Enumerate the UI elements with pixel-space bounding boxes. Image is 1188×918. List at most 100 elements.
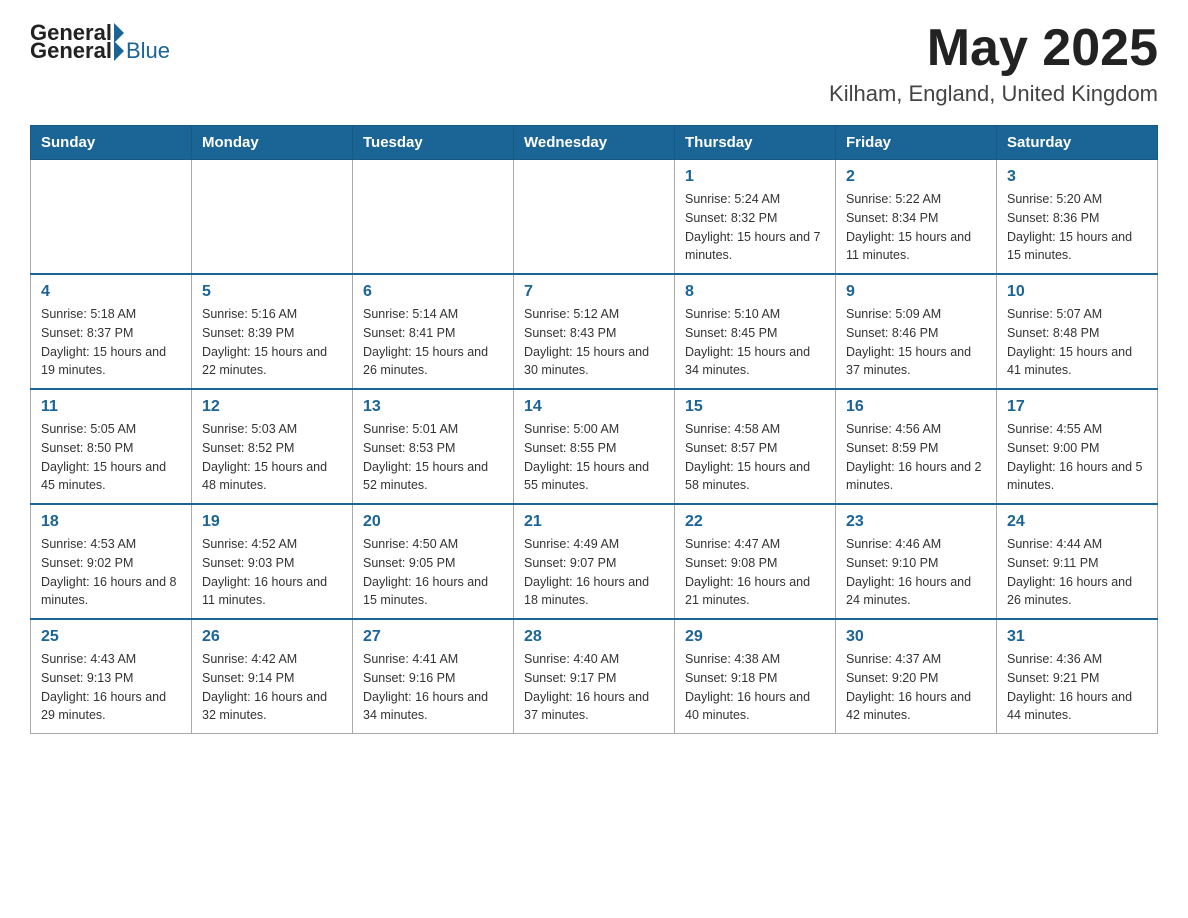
- calendar-cell-w2-d0: 4Sunrise: 5:18 AMSunset: 8:37 PMDaylight…: [31, 274, 192, 389]
- month-title: May 2025: [829, 20, 1158, 77]
- day-number: 12: [202, 398, 342, 416]
- calendar-cell-w1-d0: [31, 160, 192, 275]
- day-info: Sunrise: 5:18 AMSunset: 8:37 PMDaylight:…: [41, 305, 181, 380]
- day-number: 26: [202, 628, 342, 646]
- day-number: 30: [846, 628, 986, 646]
- location-text: Kilham, England, United Kingdom: [829, 81, 1158, 107]
- header-thursday: Thursday: [675, 126, 836, 160]
- week-row-3: 11 Sunrise: 5:05 AMSunset: 8:50 PMDayligh…: [31, 389, 1158, 504]
- day-number: 13: [363, 398, 503, 416]
- day-info: Sunrise: 5:05 AMSunset: 8:50 PMDaylight:…: [41, 420, 181, 495]
- header-tuesday: Tuesday: [353, 126, 514, 160]
- calendar-cell-w5-d5: 30 Sunrise: 4:37 AMSunset: 9:20 PMDayligh…: [836, 619, 997, 734]
- day-info: Sunrise: 4:56 AMSunset: 8:59 PMDaylight:…: [846, 420, 986, 495]
- calendar-cell-w4-d5: 23Sunrise: 4:46 AMSunset: 9:10 PMDayligh…: [836, 504, 997, 619]
- day-info: Sunrise: 4:41 AMSunset: 9:16 PMDaylight:…: [363, 650, 503, 725]
- week-row-2: 4Sunrise: 5:18 AMSunset: 8:37 PMDaylight…: [31, 274, 1158, 389]
- calendar-header-row: Sunday Monday Tuesday Wednesday Thursday…: [31, 126, 1158, 160]
- day-info: Sunrise: 5:14 AMSunset: 8:41 PMDaylight:…: [363, 305, 503, 380]
- day-info: Sunrise: 4:53 AMSunset: 9:02 PMDaylight:…: [41, 535, 181, 610]
- day-number: 15: [685, 398, 825, 416]
- day-info: Sunrise: 5:16 AMSunset: 8:39 PMDaylight:…: [202, 305, 342, 380]
- calendar-cell-w4-d0: 18 Sunrise: 4:53 AMSunset: 9:02 PMDayligh…: [31, 504, 192, 619]
- week-row-1: 1 Sunrise: 5:24 AMSunset: 8:32 PMDaylight…: [31, 160, 1158, 275]
- day-number: 24: [1007, 513, 1147, 531]
- day-number: 19: [202, 513, 342, 531]
- day-info: Sunrise: 5:12 AMSunset: 8:43 PMDaylight:…: [524, 305, 664, 380]
- day-number: 25: [41, 628, 181, 646]
- day-number: 18: [41, 513, 181, 531]
- day-number: 28: [524, 628, 664, 646]
- calendar-cell-w3-d2: 13 Sunrise: 5:01 AMSunset: 8:53 PMDayligh…: [353, 389, 514, 504]
- day-info: Sunrise: 4:38 AMSunset: 9:18 PMDaylight:…: [685, 650, 825, 725]
- header-friday: Friday: [836, 126, 997, 160]
- day-number: 29: [685, 628, 825, 646]
- day-info: Sunrise: 4:43 AMSunset: 9:13 PMDaylight:…: [41, 650, 181, 725]
- day-number: 17: [1007, 398, 1147, 416]
- day-number: 31: [1007, 628, 1147, 646]
- day-number: 7: [524, 283, 664, 301]
- day-info: Sunrise: 4:58 AMSunset: 8:57 PMDaylight:…: [685, 420, 825, 495]
- day-info: Sunrise: 5:00 AMSunset: 8:55 PMDaylight:…: [524, 420, 664, 495]
- calendar-cell-w4-d4: 22 Sunrise: 4:47 AMSunset: 9:08 PMDayligh…: [675, 504, 836, 619]
- calendar-cell-w3-d0: 11 Sunrise: 5:05 AMSunset: 8:50 PMDayligh…: [31, 389, 192, 504]
- logo-arrow-icon2: [114, 41, 124, 61]
- calendar-cell-w2-d4: 8 Sunrise: 5:10 AMSunset: 8:45 PMDaylight…: [675, 274, 836, 389]
- day-info: Sunrise: 4:49 AMSunset: 9:07 PMDaylight:…: [524, 535, 664, 610]
- header-wednesday: Wednesday: [514, 126, 675, 160]
- logo-general-text2: General: [30, 38, 112, 64]
- day-number: 5: [202, 283, 342, 301]
- calendar-cell-w3-d1: 12 Sunrise: 5:03 AMSunset: 8:52 PMDayligh…: [192, 389, 353, 504]
- day-info: Sunrise: 5:10 AMSunset: 8:45 PMDaylight:…: [685, 305, 825, 380]
- day-number: 9: [846, 283, 986, 301]
- calendar-cell-w4-d3: 21Sunrise: 4:49 AMSunset: 9:07 PMDayligh…: [514, 504, 675, 619]
- day-number: 6: [363, 283, 503, 301]
- calendar-cell-w2-d6: 10Sunrise: 5:07 AMSunset: 8:48 PMDayligh…: [997, 274, 1158, 389]
- day-info: Sunrise: 5:22 AMSunset: 8:34 PMDaylight:…: [846, 190, 986, 265]
- logo-blue-text: Blue: [126, 38, 170, 64]
- page-header: General General Blue May 2025 Kilham, En…: [30, 20, 1158, 107]
- day-number: 27: [363, 628, 503, 646]
- logo: General General Blue: [30, 20, 170, 64]
- day-info: Sunrise: 5:01 AMSunset: 8:53 PMDaylight:…: [363, 420, 503, 495]
- calendar-table: Sunday Monday Tuesday Wednesday Thursday…: [30, 125, 1158, 734]
- day-info: Sunrise: 4:50 AMSunset: 9:05 PMDaylight:…: [363, 535, 503, 610]
- header-monday: Monday: [192, 126, 353, 160]
- week-row-5: 25 Sunrise: 4:43 AMSunset: 9:13 PMDayligh…: [31, 619, 1158, 734]
- day-info: Sunrise: 4:44 AMSunset: 9:11 PMDaylight:…: [1007, 535, 1147, 610]
- header-sunday: Sunday: [31, 126, 192, 160]
- day-info: Sunrise: 4:40 AMSunset: 9:17 PMDaylight:…: [524, 650, 664, 725]
- day-number: 11: [41, 398, 181, 416]
- day-info: Sunrise: 4:37 AMSunset: 9:20 PMDaylight:…: [846, 650, 986, 725]
- week-row-4: 18 Sunrise: 4:53 AMSunset: 9:02 PMDayligh…: [31, 504, 1158, 619]
- calendar-cell-w5-d3: 28 Sunrise: 4:40 AMSunset: 9:17 PMDayligh…: [514, 619, 675, 734]
- calendar-cell-w3-d6: 17Sunrise: 4:55 AMSunset: 9:00 PMDayligh…: [997, 389, 1158, 504]
- day-number: 1: [685, 168, 825, 186]
- day-info: Sunrise: 4:42 AMSunset: 9:14 PMDaylight:…: [202, 650, 342, 725]
- day-number: 10: [1007, 283, 1147, 301]
- day-number: 16: [846, 398, 986, 416]
- calendar-cell-w3-d4: 15 Sunrise: 4:58 AMSunset: 8:57 PMDayligh…: [675, 389, 836, 504]
- calendar-cell-w1-d3: [514, 160, 675, 275]
- day-number: 14: [524, 398, 664, 416]
- calendar-cell-w2-d2: 6 Sunrise: 5:14 AMSunset: 8:41 PMDaylight…: [353, 274, 514, 389]
- calendar-cell-w1-d6: 3Sunrise: 5:20 AMSunset: 8:36 PMDaylight…: [997, 160, 1158, 275]
- day-info: Sunrise: 5:03 AMSunset: 8:52 PMDaylight:…: [202, 420, 342, 495]
- day-info: Sunrise: 5:24 AMSunset: 8:32 PMDaylight:…: [685, 190, 825, 265]
- day-number: 20: [363, 513, 503, 531]
- calendar-cell-w5-d4: 29 Sunrise: 4:38 AMSunset: 9:18 PMDayligh…: [675, 619, 836, 734]
- day-number: 8: [685, 283, 825, 301]
- calendar-cell-w1-d1: [192, 160, 353, 275]
- calendar-cell-w1-d5: 2 Sunrise: 5:22 AMSunset: 8:34 PMDaylight…: [836, 160, 997, 275]
- day-number: 22: [685, 513, 825, 531]
- calendar-cell-w2-d3: 7 Sunrise: 5:12 AMSunset: 8:43 PMDaylight…: [514, 274, 675, 389]
- day-info: Sunrise: 4:46 AMSunset: 9:10 PMDaylight:…: [846, 535, 986, 610]
- calendar-cell-w2-d5: 9Sunrise: 5:09 AMSunset: 8:46 PMDaylight…: [836, 274, 997, 389]
- calendar-cell-w5-d0: 25 Sunrise: 4:43 AMSunset: 9:13 PMDayligh…: [31, 619, 192, 734]
- day-info: Sunrise: 4:47 AMSunset: 9:08 PMDaylight:…: [685, 535, 825, 610]
- day-number: 2: [846, 168, 986, 186]
- day-info: Sunrise: 5:20 AMSunset: 8:36 PMDaylight:…: [1007, 190, 1147, 265]
- calendar-cell-w4-d1: 19Sunrise: 4:52 AMSunset: 9:03 PMDayligh…: [192, 504, 353, 619]
- calendar-cell-w5-d2: 27 Sunrise: 4:41 AMSunset: 9:16 PMDayligh…: [353, 619, 514, 734]
- calendar-cell-w5-d1: 26 Sunrise: 4:42 AMSunset: 9:14 PMDayligh…: [192, 619, 353, 734]
